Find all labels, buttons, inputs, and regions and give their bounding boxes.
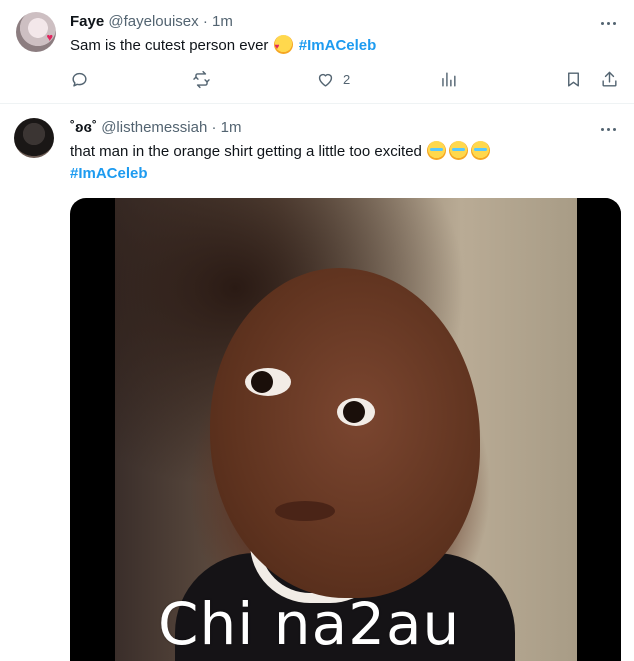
smiling-face-with-hearts-icon — [273, 35, 293, 58]
share-button[interactable] — [600, 70, 619, 89]
hashtag-link[interactable]: #ImACeleb — [70, 165, 148, 182]
timestamp[interactable]: · 1m — [203, 13, 233, 30]
heart-outline-icon — [318, 73, 333, 87]
like-button[interactable]: 2 — [316, 70, 350, 89]
share-icon — [602, 71, 617, 87]
retweet-icon — [193, 70, 210, 89]
bookmark-button[interactable] — [564, 70, 583, 89]
tweet-body: that man in the orange shirt getting a l… — [70, 143, 422, 160]
tweet-text: that man in the orange shirt getting a l… — [70, 141, 492, 185]
display-name[interactable]: ˚ʚɞ˚ — [70, 119, 97, 136]
loudly-crying-face-icon — [449, 141, 469, 160]
letterbox-bar — [577, 198, 621, 661]
loudly-crying-face-icon — [471, 141, 491, 160]
avatar[interactable]: ♥ — [16, 12, 56, 52]
loudly-crying-face-icon — [427, 141, 447, 160]
avatar[interactable] — [14, 118, 54, 158]
user-handle[interactable]: @listhemessiah — [101, 119, 207, 136]
reply-button[interactable] — [70, 70, 89, 89]
tweet-header: ˚ʚɞ˚ @listhemessiah · 1m — [70, 119, 241, 136]
eye-left — [245, 368, 291, 396]
analytics-icon — [442, 72, 456, 87]
like-count: 2 — [343, 72, 351, 87]
tweet-header: Faye @fayelouisex · 1m — [70, 13, 233, 30]
watermark: Chi na2au — [158, 590, 461, 658]
timestamp[interactable]: · 1m — [211, 119, 241, 136]
views-button[interactable] — [439, 70, 458, 89]
reply-icon — [72, 72, 87, 87]
tweet-body: Sam is the cutest person ever — [70, 37, 269, 54]
heart-icon: ♥ — [46, 32, 53, 44]
retweet-button[interactable] — [192, 70, 211, 89]
hashtag-link[interactable]: #ImACeleb — [299, 37, 377, 54]
child-face — [210, 268, 480, 598]
user-handle[interactable]: @fayelouisex — [108, 13, 198, 30]
tweet-actions: 2 — [70, 70, 618, 92]
display-name[interactable]: Faye — [70, 13, 104, 30]
bookmark-icon — [568, 72, 579, 87]
more-options-icon[interactable] — [598, 120, 618, 138]
more-options-icon[interactable] — [598, 14, 618, 32]
tweet-text: Sam is the cutest person ever #ImACeleb — [70, 35, 377, 58]
mouth — [275, 501, 335, 521]
tweet[interactable]: ♥ Faye @fayelouisex · 1m Sam is the cute… — [0, 0, 634, 104]
eye-right — [337, 398, 375, 426]
